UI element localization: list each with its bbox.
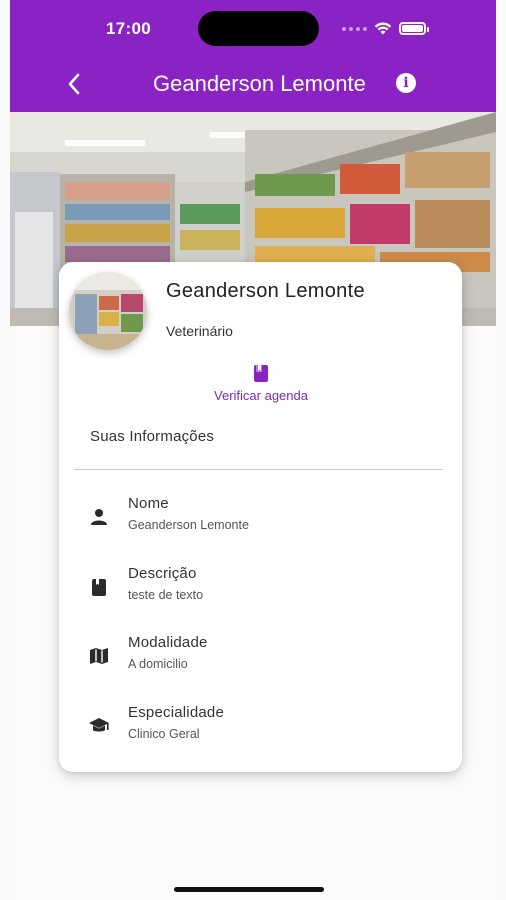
chevron-left-icon <box>68 73 80 95</box>
wifi-icon <box>374 22 392 35</box>
info-icon: i <box>403 75 409 91</box>
battery-icon <box>399 22 429 35</box>
check-agenda-button[interactable]: Verificar agenda <box>199 364 323 403</box>
map-icon <box>87 644 111 668</box>
person-icon <box>87 505 111 529</box>
page-title: Geanderson Lemonte <box>153 71 366 96</box>
dynamic-island <box>198 11 319 46</box>
book-icon <box>254 365 268 382</box>
avatar <box>69 272 147 350</box>
info-value: A domicilio <box>128 657 188 671</box>
signal-icon <box>342 26 367 31</box>
graduation-cap-icon <box>87 714 111 738</box>
divider <box>74 469 443 470</box>
info-label: Modalidade <box>128 634 208 651</box>
avatar-photo <box>69 272 147 350</box>
frame-right <box>496 0 506 900</box>
book-icon <box>87 575 111 599</box>
info-item-modality: Modalidade A domicilio <box>87 634 427 682</box>
info-item-name: Nome Geanderson Lemonte <box>87 495 427 543</box>
info-item-description: Descrição teste de texto <box>87 565 427 613</box>
status-icons <box>342 22 429 35</box>
frame-left <box>0 0 10 900</box>
profile-name: Geanderson Lemonte <box>166 280 365 302</box>
info-value: teste de texto <box>128 588 204 602</box>
app-screen: 17:00 Geanderson Lemonte i Geanderson Le… <box>10 0 496 900</box>
info-label: Descrição <box>128 565 197 582</box>
info-value: Clinico Geral <box>128 727 200 741</box>
home-indicator[interactable] <box>174 887 324 892</box>
profile-card: Geanderson Lemonte Veterinário Verificar… <box>59 262 462 772</box>
check-agenda-label: Verificar agenda <box>214 388 308 403</box>
app-bar: 17:00 Geanderson Lemonte i <box>10 0 496 112</box>
profile-role: Veterinário <box>166 323 233 339</box>
section-title: Suas Informações <box>90 428 215 445</box>
info-label: Nome <box>128 495 169 512</box>
info-button[interactable]: i <box>396 73 416 93</box>
back-button[interactable] <box>60 70 88 98</box>
status-time: 17:00 <box>106 19 151 38</box>
info-label: Especialidade <box>128 704 224 721</box>
info-value: Geanderson Lemonte <box>128 518 249 532</box>
info-item-specialty: Especialidade Clinico Geral <box>87 704 427 752</box>
